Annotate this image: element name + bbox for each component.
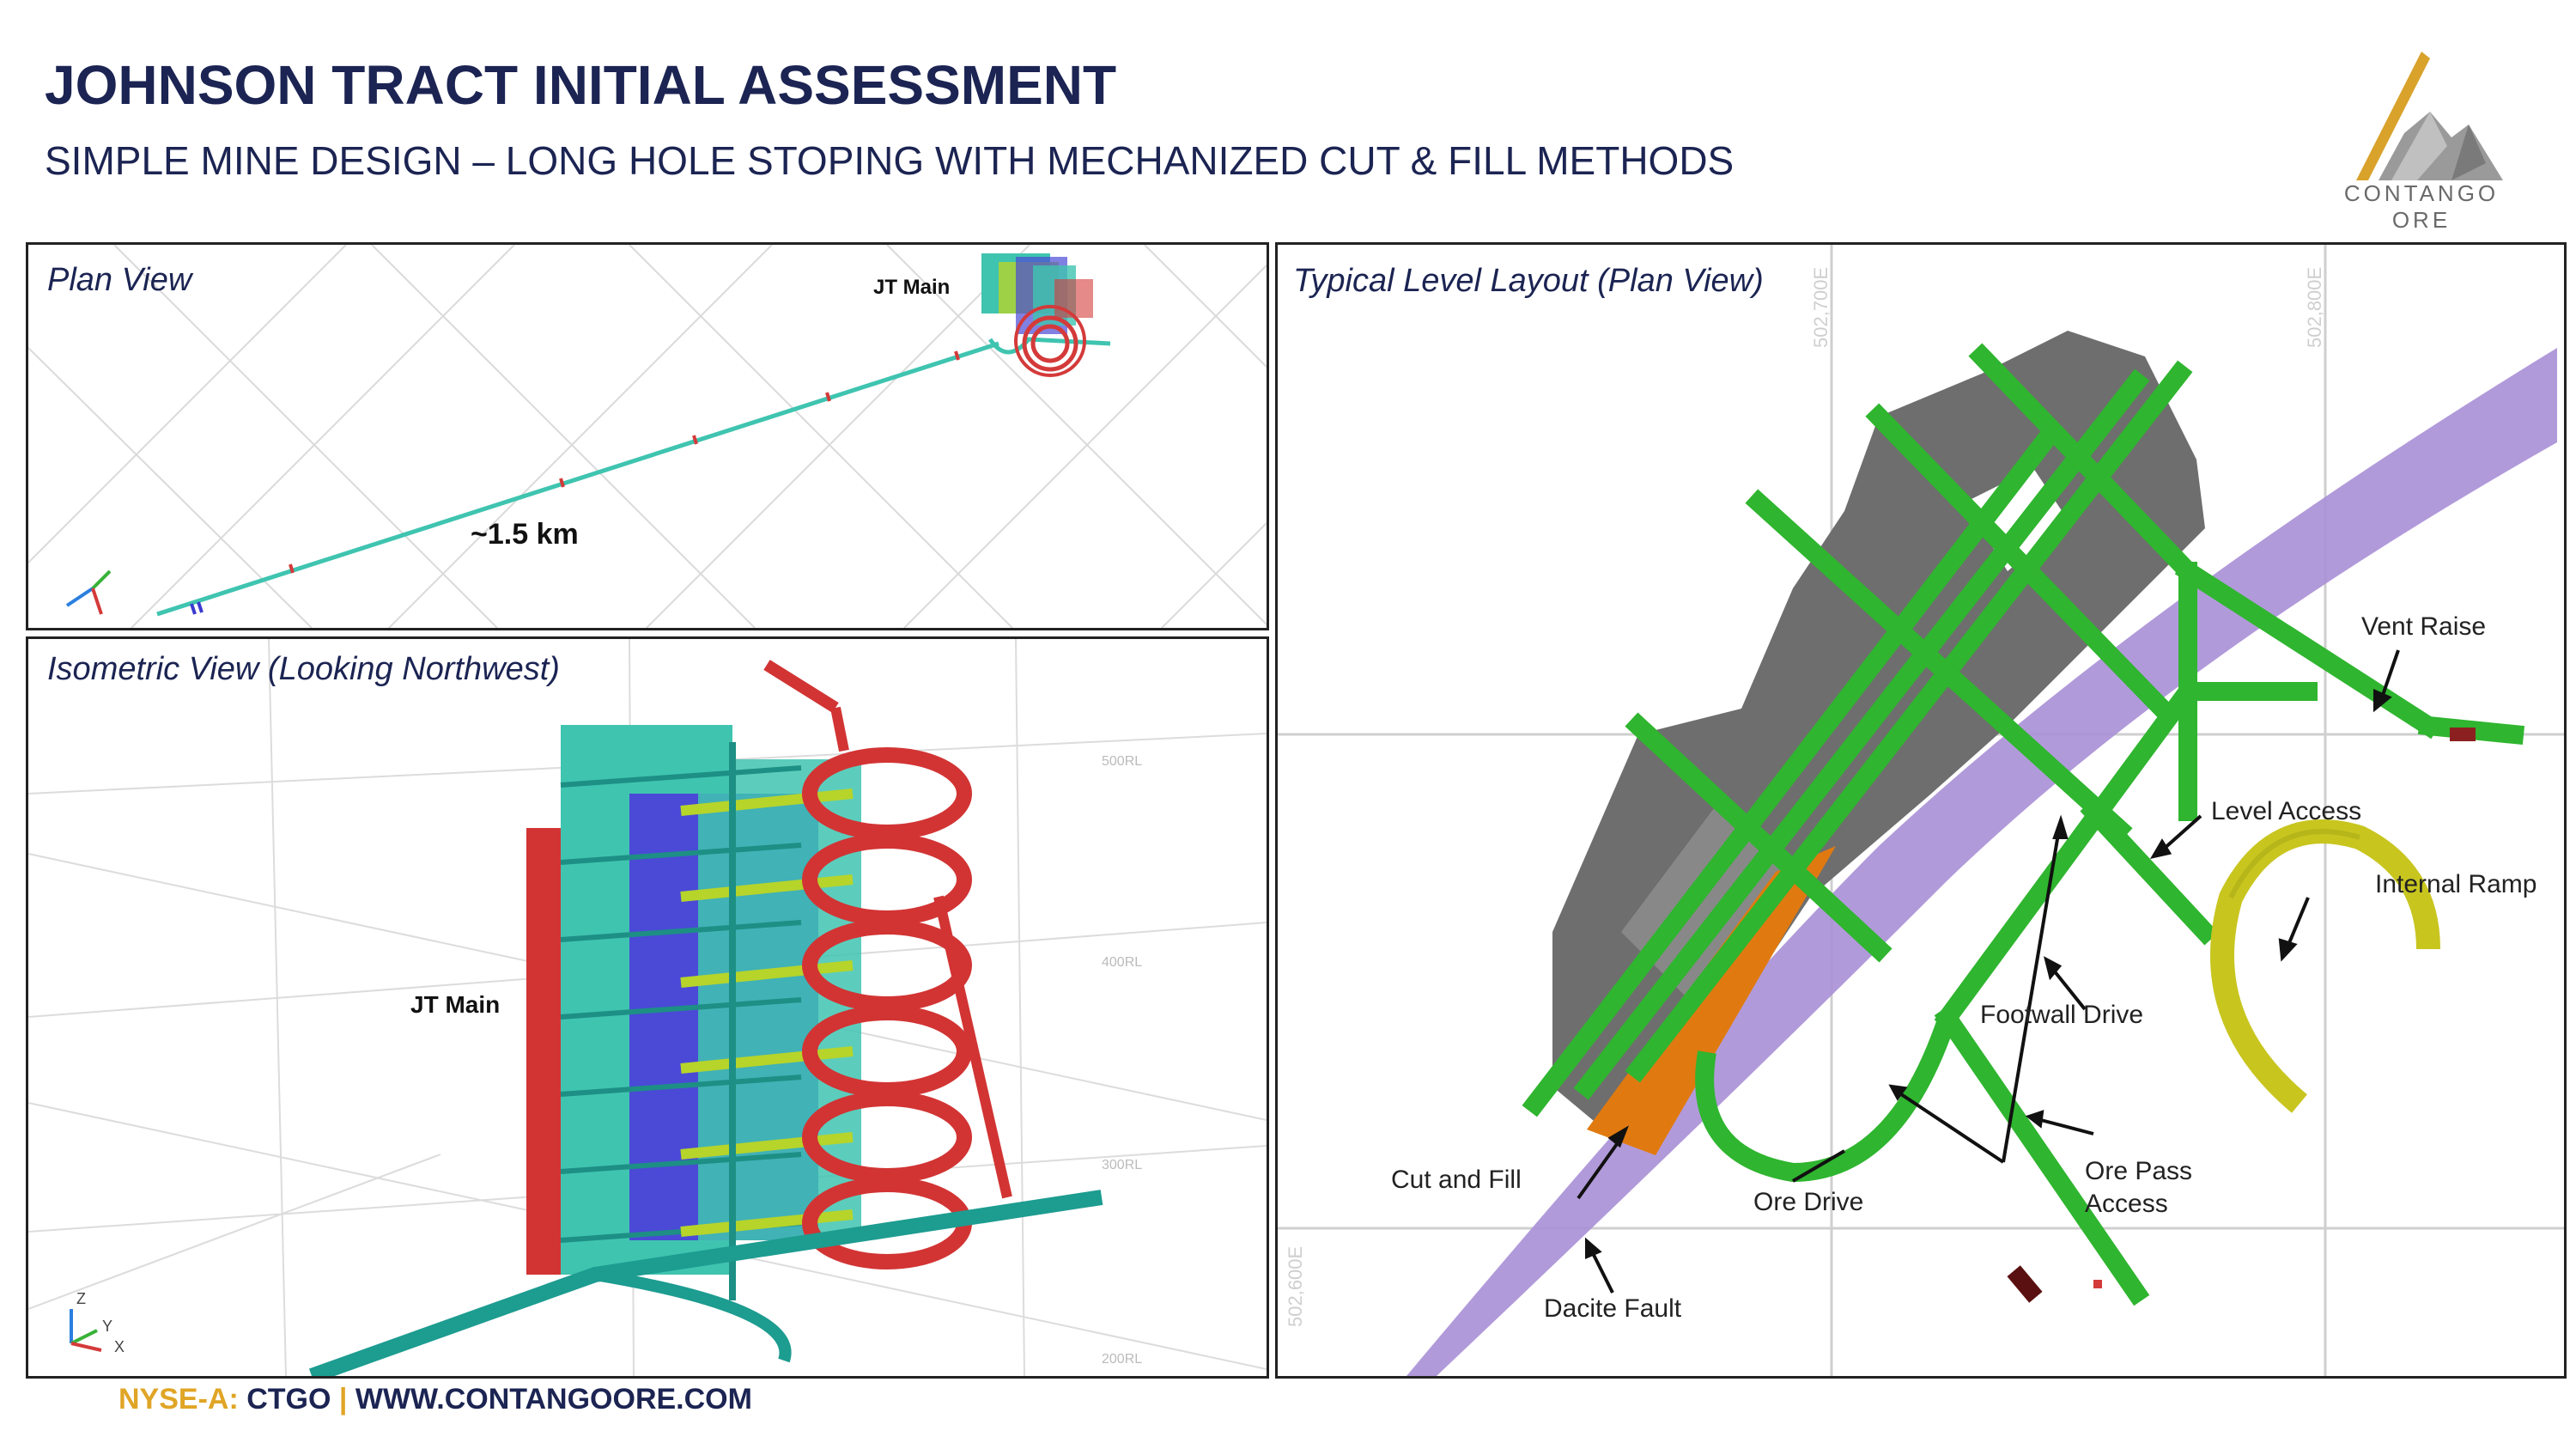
footer-website-link[interactable]: WWW.CONTANGOORE.COM xyxy=(355,1383,752,1416)
axis-z-label: Z xyxy=(76,1290,86,1307)
internal-ramp-label: Internal Ramp xyxy=(2375,870,2537,898)
level-layout-panel: Typical Level Layout (Plan View) 502,600… xyxy=(1275,242,2567,1379)
footer-separator: | xyxy=(331,1383,355,1416)
page-subtitle: SIMPLE MINE DESIGN – LONG HOLE STOPING W… xyxy=(45,138,1735,183)
dacite-fault-label: Dacite Fault xyxy=(1544,1294,1682,1323)
cut-and-fill-label: Cut and Fill xyxy=(1391,1166,1522,1194)
plan-view-deposit-label: JT Main xyxy=(873,276,951,299)
grid-label-502600e: 502,600E xyxy=(1285,1245,1306,1327)
plan-view-panel: Plan View JT Main ~1.5 km xyxy=(26,242,1269,630)
grid-label-400rl: 400RL xyxy=(1102,955,1143,970)
plan-view-drawing xyxy=(28,245,1267,628)
level-access-label: Level Access xyxy=(2211,797,2362,825)
ore-drive-label: Ore Drive xyxy=(1753,1188,1864,1216)
page-title: JOHNSON TRACT INITIAL ASSESSMENT xyxy=(45,54,1117,116)
isometric-deposit-label: JT Main xyxy=(410,991,501,1018)
isometric-view-panel: Isometric View (Looking Northwest) JT Ma… xyxy=(26,636,1269,1379)
footer-exchange: NYSE-A: xyxy=(118,1383,247,1416)
grid-label-500rl: 500RL xyxy=(1102,754,1143,769)
footwall-drive-label: Footwall Drive xyxy=(1980,1001,2144,1029)
plan-view-label: Plan View xyxy=(47,262,192,298)
grid-label-200rl: 200RL xyxy=(1102,1352,1143,1367)
isometric-view-drawing xyxy=(28,639,1267,1376)
distance-label: ~1.5 km xyxy=(471,518,579,551)
grid-label-502700e: 502,700E xyxy=(1810,266,1832,348)
footer-ticker: CTGO xyxy=(246,1383,331,1416)
footer: NYSE-A: CTGO | WWW.CONTANGOORE.COM xyxy=(118,1383,752,1416)
grid-label-502800e: 502,800E xyxy=(2304,266,2325,348)
vent-raise-label: Vent Raise xyxy=(2361,612,2487,641)
logo-text: CONTANGO ORE xyxy=(2343,180,2500,233)
level-layout-label: Typical Level Layout (Plan View) xyxy=(1293,263,1764,299)
axis-x-label: X xyxy=(114,1338,125,1355)
level-layout-drawing xyxy=(1278,245,2564,1376)
axis-y-label: Y xyxy=(102,1318,113,1335)
grid-label-300rl: 300RL xyxy=(1102,1158,1143,1172)
ore-pass-access-label: Ore Pass Access xyxy=(2085,1157,2193,1218)
isometric-view-label: Isometric View (Looking Northwest) xyxy=(47,651,560,687)
